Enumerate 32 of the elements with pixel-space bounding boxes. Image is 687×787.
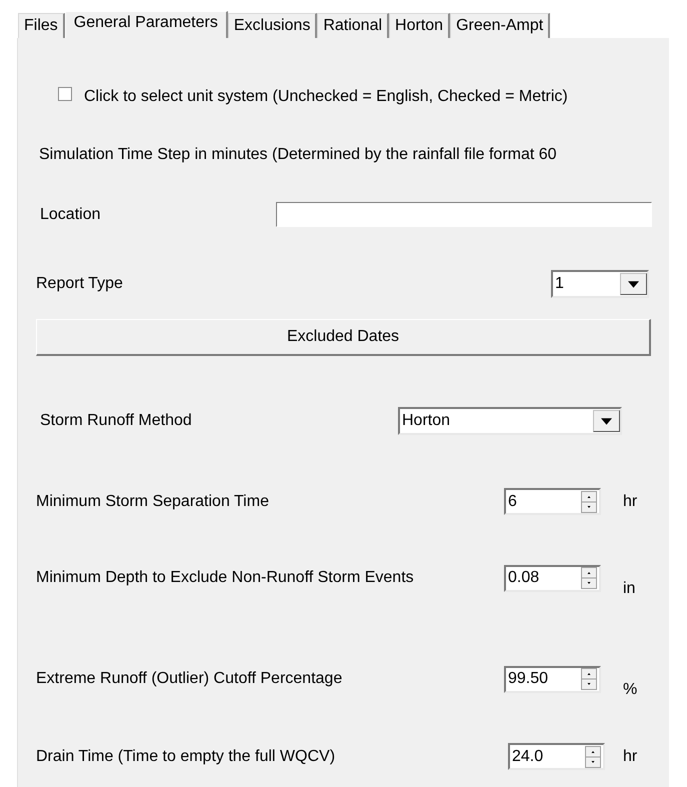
field-label: Location <box>40 206 102 224</box>
spin-field[interactable]: 6 <box>504 488 601 515</box>
field-label: Report Type <box>36 275 123 293</box>
tab[interactable]: Exclusions <box>228 13 318 38</box>
tab[interactable]: Green-Ampt <box>450 13 550 38</box>
tab[interactable]: Files <box>18 13 65 38</box>
spin-arrows-icon[interactable] <box>585 746 601 768</box>
spin-arrows-icon[interactable] <box>581 567 597 589</box>
excluded-dates-button[interactable]: Excluded Dates <box>36 319 651 356</box>
unit-label: hr <box>623 748 638 766</box>
spin-field[interactable]: 99.50 <box>504 666 601 692</box>
spin-arrows-icon[interactable] <box>581 490 597 512</box>
checkbox[interactable] <box>58 87 72 101</box>
parameter-label: Drain Time (Time to empty the full WQCV) <box>36 748 336 766</box>
checkbox-label: Click to select unit system (Unchecked = English, Checked = Metric) <box>84 88 568 106</box>
dropdown[interactable]: 1 <box>551 270 649 298</box>
parameter-label: Extreme Runoff (Outlier) Cutoff Percentage <box>36 670 344 688</box>
spin-field[interactable]: 24.0 <box>508 743 605 770</box>
spin-field[interactable]: 0.08 <box>504 564 601 592</box>
parameter-label: Minimum Depth to Exclude Non-Runoff Storm Events <box>36 569 415 587</box>
dropdown[interactable]: Horton <box>398 407 622 435</box>
location-field[interactable] <box>276 202 652 227</box>
tab[interactable]: Rational <box>317 13 390 38</box>
unit-label: hr <box>623 492 638 510</box>
spin-arrows-icon[interactable] <box>581 668 597 690</box>
tab[interactable]: General Parameters <box>64 11 228 38</box>
parameter-label: Minimum Storm Separation Time <box>36 492 270 510</box>
field-label: Storm Runoff Method <box>40 412 193 430</box>
unit-label: in <box>623 580 636 598</box>
tab[interactable]: Horton <box>389 13 450 38</box>
time-step-note: Simulation Time Step in minutes (Determined by the rainfall file format 60 <box>39 146 557 164</box>
unit-label: % <box>623 681 638 699</box>
